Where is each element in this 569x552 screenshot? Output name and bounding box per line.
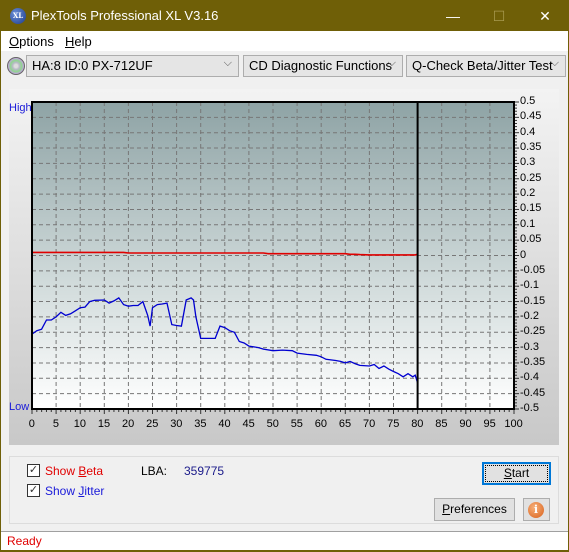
drive-select-value: HA:8 ID:0 PX-712UF bbox=[32, 58, 153, 73]
show-jitter-label[interactable]: Show Jitter bbox=[45, 484, 104, 498]
y-tick-label: -0.4 bbox=[520, 371, 539, 384]
y-tick-label: -0.45 bbox=[520, 386, 546, 399]
y-tick-label: 0.25 bbox=[520, 171, 542, 184]
y-tick-label: 0 bbox=[520, 248, 527, 261]
y-tick-label: 0.2 bbox=[520, 187, 536, 200]
preferences-button[interactable]: Preferences bbox=[434, 498, 515, 521]
high-label: High bbox=[9, 102, 32, 114]
function-select[interactable]: CD Diagnostic Functions ⌵ bbox=[243, 55, 403, 77]
y-tick-label: 0.3 bbox=[520, 156, 536, 169]
menu-options-rest: ptions bbox=[19, 34, 54, 49]
chevron-down-icon: ⌵ bbox=[223, 57, 232, 69]
y-tick-label: -0.35 bbox=[520, 355, 546, 368]
y-tick-label: -0.1 bbox=[520, 279, 539, 292]
x-tick-label: 35 bbox=[194, 418, 207, 430]
close-button[interactable]: ✕ bbox=[522, 1, 568, 31]
x-tick-label: 10 bbox=[73, 418, 87, 430]
chevron-down-icon: ⌵ bbox=[550, 57, 559, 69]
menu-help-rest: elp bbox=[74, 34, 92, 49]
low-label: Low bbox=[9, 401, 30, 413]
y-tick-label: 0.5 bbox=[520, 95, 536, 107]
function-select-value: CD Diagnostic Functions bbox=[249, 58, 393, 73]
title-bar: XL PlexTools Professional XL V3.16 — ☐ ✕ bbox=[1, 1, 568, 31]
y-tick-label: 0.4 bbox=[520, 125, 536, 138]
status-text: Ready bbox=[7, 534, 42, 548]
y-tick-label: -0.5 bbox=[520, 402, 539, 414]
minimize-button[interactable]: — bbox=[430, 1, 476, 31]
x-tick-label: 85 bbox=[435, 418, 448, 430]
app-logo-icon: XL bbox=[10, 8, 26, 24]
x-tick-label: 75 bbox=[387, 418, 400, 430]
show-beta-label[interactable]: Show Beta bbox=[45, 464, 103, 478]
test-select-value: Q-Check Beta/Jitter Test bbox=[412, 58, 553, 73]
test-select[interactable]: Q-Check Beta/Jitter Test ⌵ bbox=[406, 55, 566, 77]
x-tick-label: 70 bbox=[363, 418, 376, 430]
y-tick-label: 0.35 bbox=[520, 141, 542, 154]
x-tick-label: 55 bbox=[290, 418, 303, 430]
x-tick-label: 0 bbox=[28, 418, 35, 430]
x-tick-label: 80 bbox=[411, 418, 424, 430]
menu-help[interactable]: Help bbox=[65, 34, 92, 49]
menu-options[interactable]: Options bbox=[9, 34, 54, 49]
x-tick-label: 65 bbox=[338, 418, 352, 430]
window-title: PlexTools Professional XL V3.16 bbox=[31, 8, 219, 23]
lba-label: LBA: bbox=[141, 464, 168, 478]
disc-drive-icon bbox=[7, 57, 25, 75]
y-tick-label: -0.25 bbox=[520, 325, 546, 338]
x-tick-label: 5 bbox=[52, 418, 60, 430]
status-bar: Ready bbox=[1, 531, 568, 550]
x-tick-label: 30 bbox=[170, 418, 183, 430]
drive-select[interactable]: HA:8 ID:0 PX-712UF ⌵ bbox=[26, 55, 239, 77]
y-tick-label: -0.3 bbox=[520, 340, 539, 353]
y-tick-label: 0.45 bbox=[520, 110, 542, 123]
y-tick-label: -0.2 bbox=[520, 309, 539, 322]
chart-panel bbox=[9, 89, 559, 445]
x-tick-label: 25 bbox=[146, 418, 159, 430]
menu-options-accel: O bbox=[9, 34, 20, 49]
y-tick-label: 0.15 bbox=[520, 202, 542, 215]
y-tick-label: 0.05 bbox=[520, 233, 542, 246]
x-tick-label: 60 bbox=[314, 418, 328, 430]
info-button[interactable]: i bbox=[523, 498, 550, 521]
maximize-button[interactable]: ☐ bbox=[476, 1, 522, 31]
menu-help-accel: H bbox=[65, 34, 75, 49]
lba-value: 359775 bbox=[184, 464, 225, 478]
y-tick-label: 0.1 bbox=[520, 217, 536, 230]
x-tick-label: 15 bbox=[97, 418, 111, 430]
x-tick-label: 45 bbox=[242, 418, 255, 430]
toolbar: HA:8 ID:0 PX-712UF ⌵ CD Diagnostic Funct… bbox=[1, 51, 568, 81]
y-tick-label: -0.15 bbox=[520, 294, 546, 307]
start-button[interactable]: Start bbox=[482, 462, 551, 485]
start-label: Start bbox=[503, 466, 530, 480]
chevron-down-icon: ⌵ bbox=[387, 57, 396, 69]
y-tick-label: -0.05 bbox=[520, 263, 546, 276]
x-tick-label: 40 bbox=[218, 418, 231, 430]
show-beta-checkbox[interactable]: ✓ bbox=[27, 464, 40, 477]
x-tick-label: 100 bbox=[504, 418, 523, 430]
show-jitter-checkbox[interactable]: ✓ bbox=[27, 484, 40, 497]
x-tick-label: 90 bbox=[459, 418, 472, 430]
app-window: XL PlexTools Professional XL V3.16 — ☐ ✕… bbox=[0, 0, 569, 551]
info-icon: i bbox=[528, 502, 544, 518]
x-tick-label: 20 bbox=[122, 418, 135, 430]
x-tick-label: 50 bbox=[266, 418, 279, 430]
x-tick-label: 95 bbox=[483, 418, 496, 430]
menu-bar: Options Help bbox=[1, 31, 568, 51]
